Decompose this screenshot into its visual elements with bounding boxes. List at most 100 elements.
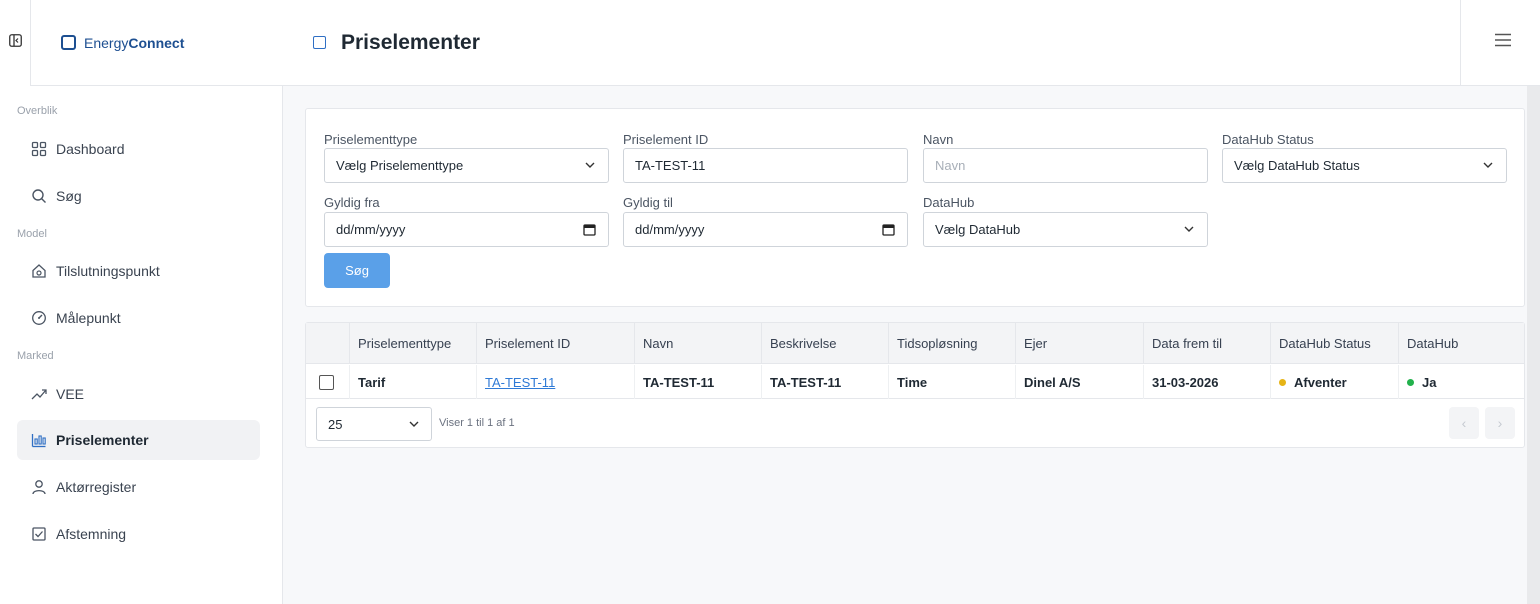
column-header[interactable]: Beskrivelse <box>761 323 888 364</box>
column-header[interactable]: DataHub Status <box>1270 323 1398 364</box>
next-page-button[interactable]: › <box>1485 407 1515 439</box>
resolution-cell: Time <box>888 365 1015 399</box>
status-cell: Afventer <box>1270 365 1398 399</box>
sidebar-item-afstemning[interactable]: Afstemning <box>17 514 260 554</box>
description-cell: TA-TEST-11 <box>761 365 888 399</box>
search-icon <box>31 188 47 204</box>
name-label: Navn <box>923 132 954 147</box>
header-checkbox[interactable] <box>313 36 326 49</box>
filter-panel: Priselementtype Vælg Priselementtype Pri… <box>305 108 1525 307</box>
chevron-right-icon: › <box>1497 415 1503 431</box>
sidebar-item-label: Søg <box>56 188 82 204</box>
row-select-cell <box>306 365 349 399</box>
row-checkbox[interactable] <box>319 374 334 390</box>
column-header[interactable]: Priselementtype <box>349 323 476 364</box>
sidebar-item-label: Afstemning <box>56 526 127 542</box>
type-select-value: Vælg Priselementtype <box>336 158 464 173</box>
datahub-text: Ja <box>1422 374 1437 390</box>
chevron-down-icon <box>1184 226 1194 232</box>
table-header: Priselementtype Priselement ID Navn Besk… <box>306 323 1524 364</box>
type-cell: Tarif <box>349 365 476 399</box>
valid-to-date[interactable]: dd/mm/yyyy <box>623 212 908 247</box>
grid-icon <box>31 141 47 157</box>
price-chart-icon <box>31 432 47 448</box>
datahub-select[interactable]: Vælg DataHub <box>923 212 1208 247</box>
datahub-dot-icon <box>1407 378 1414 386</box>
id-cell: TA-TEST-11 <box>476 365 634 399</box>
name-cell: TA-TEST-11 <box>634 365 761 399</box>
previous-page-button[interactable]: ‹ <box>1449 407 1479 439</box>
collapse-sidebar-button[interactable] <box>0 0 31 86</box>
brand-logo-icon <box>61 35 76 50</box>
trend-icon <box>31 386 47 402</box>
valid-from-label: Gyldig fra <box>324 195 380 210</box>
sidebar-item-dashboard[interactable]: Dashboard <box>17 129 260 169</box>
calendar-icon[interactable] <box>882 223 895 236</box>
user-icon <box>31 479 47 495</box>
sidebar-item-label: Målepunkt <box>56 310 121 326</box>
column-header[interactable]: Navn <box>634 323 761 364</box>
sidebar-item-label: Tilslutningspunkt <box>56 263 160 279</box>
brand-name: EnergyConnect <box>84 34 185 51</box>
sidebar-item-label: Dashboard <box>56 141 125 157</box>
chevron-down-icon <box>409 421 419 427</box>
id-input[interactable]: TA-TEST-11 <box>623 148 908 183</box>
column-header[interactable]: DataHub <box>1398 323 1524 364</box>
table-row[interactable]: Tarif TA-TEST-11 TA-TEST-11 TA-TEST-11 T… <box>306 365 1524 399</box>
brand[interactable]: EnergyConnect <box>31 0 283 86</box>
data-until-cell: 31-03-2026 <box>1143 365 1270 399</box>
checklist-icon <box>31 526 47 542</box>
valid-to-value: dd/mm/yyyy <box>635 222 705 237</box>
chevron-down-icon <box>585 162 595 168</box>
datahub-cell: Ja <box>1398 365 1524 399</box>
sidebar-item-priselementer[interactable]: Priselementer <box>17 420 260 460</box>
sidebar-item-tilslutningspunkt[interactable]: Tilslutningspunkt <box>17 251 260 291</box>
menu-button[interactable] <box>1460 0 1540 86</box>
sidebar-section-label: Model <box>17 228 47 240</box>
status-dot-icon <box>1279 378 1286 386</box>
sidebar-item-malepunkt[interactable]: Målepunkt <box>17 298 260 338</box>
sidebar-item-label: Aktørregister <box>56 479 137 495</box>
sidebar-section-label: Marked <box>17 350 54 362</box>
owner-cell: Dinel A/S <box>1015 365 1143 399</box>
status-text: Afventer <box>1294 374 1347 390</box>
chevron-left-icon: ‹ <box>1461 415 1467 431</box>
column-header[interactable]: Data frem til <box>1143 323 1270 364</box>
status-select-value: Vælg DataHub Status <box>1234 158 1360 173</box>
name-input[interactable]: Navn <box>923 148 1208 183</box>
scrollbar[interactable] <box>1527 86 1540 604</box>
house-icon <box>31 263 47 279</box>
page-size-select[interactable]: 25 <box>316 407 432 441</box>
sidebar-item-aktorregister[interactable]: Aktørregister <box>17 467 260 507</box>
type-label: Priselementtype <box>324 132 418 147</box>
status-label: DataHub Status <box>1222 132 1314 147</box>
column-header[interactable]: Priselement ID <box>476 323 634 364</box>
sidebar-item-label: VEE <box>56 386 85 402</box>
select-column-header <box>306 323 349 364</box>
type-select[interactable]: Vælg Priselementtype <box>324 148 609 183</box>
page-size-value: 25 <box>328 416 343 432</box>
page-header: Priselementer <box>283 0 1461 86</box>
valid-to-label: Gyldig til <box>623 195 673 210</box>
datahub-select-value: Vælg DataHub <box>935 222 1021 237</box>
sidebar-item-search[interactable]: Søg <box>17 176 260 216</box>
sidebar-section-label: Overblik <box>17 105 58 117</box>
id-label: Priselement ID <box>623 132 709 147</box>
sidebar-item-vee[interactable]: VEE <box>17 374 260 414</box>
datahub-label: DataHub <box>923 195 975 210</box>
chevron-down-icon <box>1483 162 1493 168</box>
priselement-id-link[interactable]: TA-TEST-11 <box>485 375 555 390</box>
page-title: Priselementer <box>341 30 480 54</box>
sidebar-collapse-icon <box>8 34 22 52</box>
valid-from-value: dd/mm/yyyy <box>336 222 406 237</box>
column-header[interactable]: Ejer <box>1015 323 1143 364</box>
pagination-info: Viser 1 til 1 af 1 <box>439 417 515 429</box>
sidebar-item-label: Priselementer <box>56 432 149 448</box>
status-select[interactable]: Vælg DataHub Status <box>1222 148 1507 183</box>
name-input-placeholder: Navn <box>935 158 966 173</box>
calendar-icon[interactable] <box>583 223 596 236</box>
results-table: Priselementtype Priselement ID Navn Besk… <box>305 322 1525 448</box>
search-button[interactable]: Søg <box>324 253 390 288</box>
valid-from-date[interactable]: dd/mm/yyyy <box>324 212 609 247</box>
column-header[interactable]: Tidsopløsning <box>888 323 1015 364</box>
